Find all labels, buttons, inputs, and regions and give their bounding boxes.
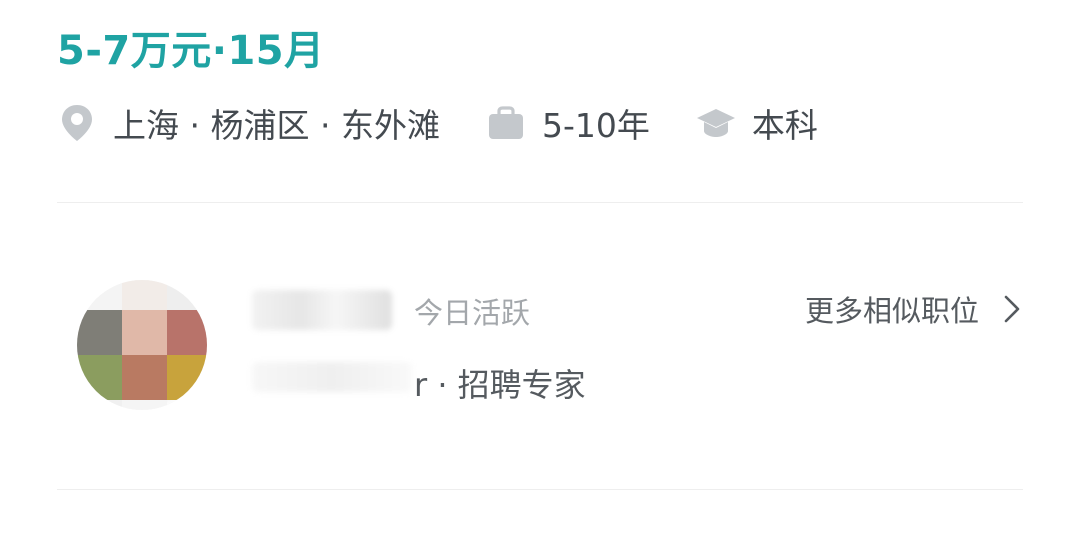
recruiter-company-redacted (252, 362, 412, 392)
recruiter-card[interactable]: 今日活跃 r · 招聘专家 更多相似职位 (57, 270, 1023, 420)
location-pin-icon (57, 103, 97, 143)
salary-range: 5-7万元·15月 (57, 28, 325, 74)
location-info: 上海 · 杨浦区 · 东外滩 (57, 99, 440, 147)
more-similar-jobs-label: 更多相似职位 (804, 294, 979, 328)
recruiter-avatar[interactable] (77, 280, 207, 410)
education-info: 本科 (696, 99, 818, 147)
experience-text: 5-10年 (541, 106, 650, 145)
experience-info: 5-10年 (486, 99, 650, 147)
education-text: 本科 (751, 106, 818, 145)
more-similar-jobs-link[interactable]: 更多相似职位 (805, 288, 1023, 330)
section-divider (57, 202, 1023, 203)
location-text: 上海 · 杨浦区 · 东外滩 (113, 106, 440, 145)
job-meta-row: 上海 · 杨浦区 · 东外滩 5-10年 本科 (57, 98, 818, 148)
chevron-right-icon (1001, 294, 1023, 324)
briefcase-icon (486, 103, 526, 143)
section-divider-bottom (57, 489, 1023, 490)
recruiter-role: r · 招聘专家 (414, 366, 586, 404)
active-status: 今日活跃 (414, 296, 531, 330)
graduation-cap-icon (696, 103, 736, 143)
recruiter-name-redacted (252, 290, 392, 330)
